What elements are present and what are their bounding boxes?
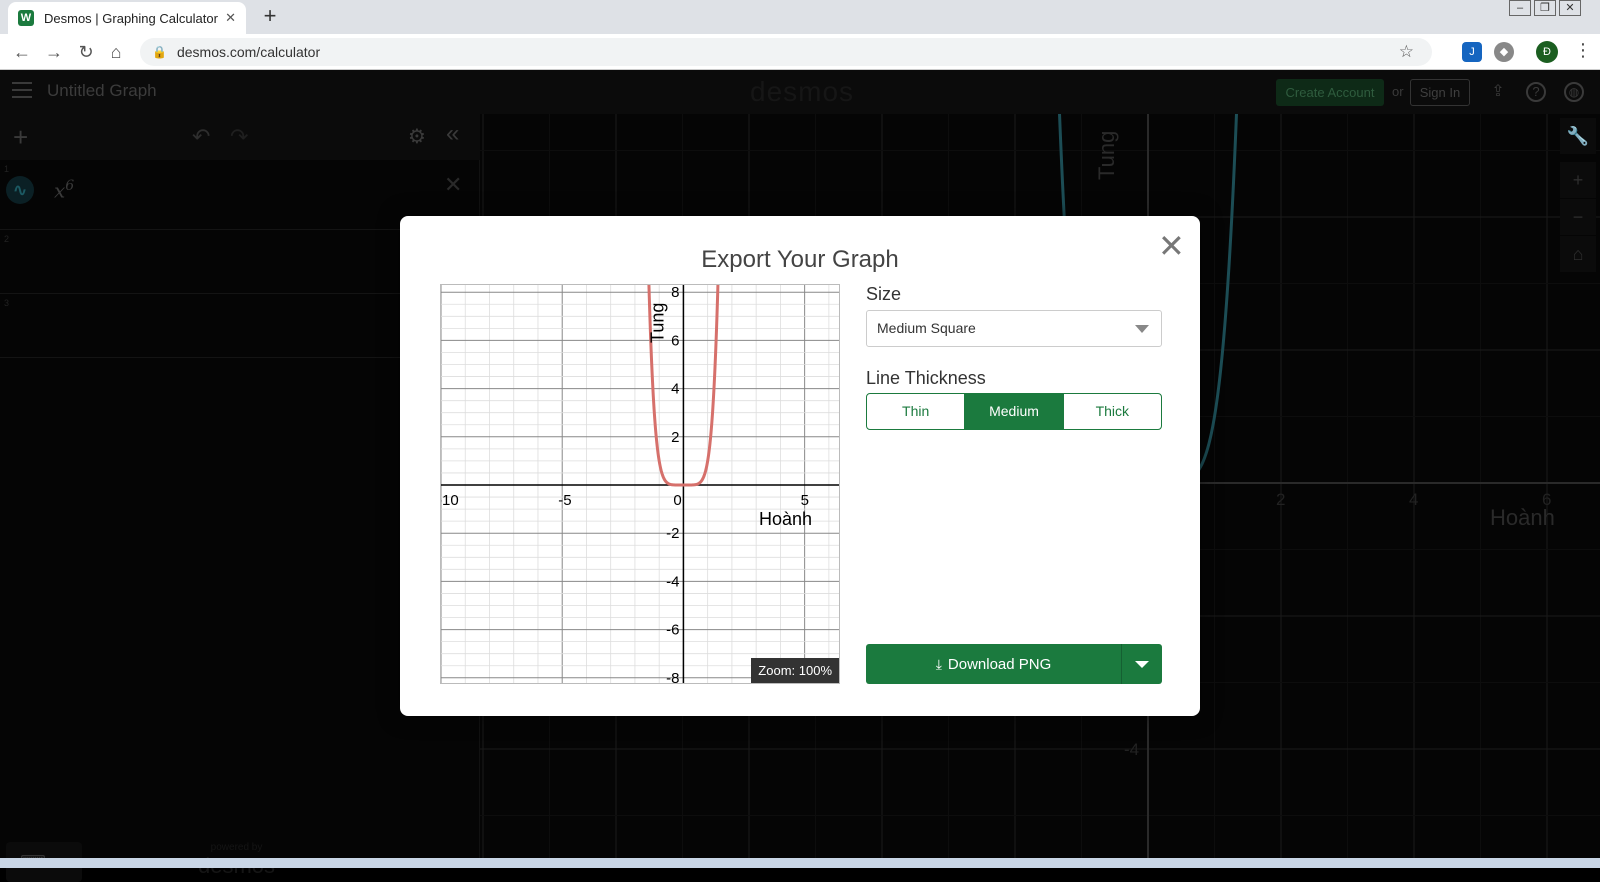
preview-chart: -10 -5 0 5 8 6 4 2 -2 -4 -6 -8 Hoành Tung	[441, 285, 839, 684]
sign-in-button[interactable]: Sign In	[1410, 79, 1470, 106]
minimize-icon[interactable]: –	[1509, 0, 1531, 16]
chevron-down-icon	[1135, 325, 1149, 333]
globe-icon[interactable]: ◍	[1564, 82, 1584, 102]
preview-x-tick-label: -10	[441, 492, 459, 509]
collapse-panel-icon[interactable]: «	[446, 120, 459, 148]
preview-x-tick-label: -5	[558, 492, 571, 509]
graph-tools: 🔧 + − ⌂	[1560, 118, 1596, 273]
url-text: desmos.com/calculator	[176, 44, 321, 60]
zoom-in-icon[interactable]: +	[1560, 162, 1596, 198]
bg-x-tick-label: 2	[1276, 490, 1285, 509]
export-graph-dialog: Export Your Graph ✕ -10 -5 0 5 8 6 4 2 -2 -4 -6 -8 …	[400, 216, 1200, 716]
download-icon: ⤓	[935, 656, 942, 672]
preview-y-tick-label: -2	[666, 525, 679, 542]
bg-y-axis-label: Tung	[1094, 131, 1119, 180]
preview-y-tick-label: 2	[671, 429, 679, 446]
preview-y-tick-label: -4	[666, 573, 679, 590]
address-bar[interactable]: 🔒 desmos.com/calculator ☆	[140, 38, 1432, 66]
preview-y-tick-label: 6	[671, 332, 679, 349]
expression-toolbar: + ↶ ↷ ⚙ «	[0, 114, 480, 160]
thickness-thick-button[interactable]: Thick	[1064, 394, 1161, 429]
gear-icon[interactable]: ⚙	[408, 124, 426, 149]
bookmark-star-icon[interactable]: ☆	[1399, 42, 1414, 62]
expression-index: 3	[4, 298, 10, 308]
caret-down-icon	[1135, 661, 1149, 668]
undo-icon[interactable]: ↶	[192, 124, 210, 150]
home-view-icon[interactable]: ⌂	[1560, 236, 1596, 272]
reload-icon[interactable]: ↻	[74, 40, 98, 64]
app-header: Untitled Graph desmos Create Account or …	[0, 70, 1600, 114]
hamburger-menu-icon[interactable]	[12, 82, 32, 100]
profile-avatar[interactable]: Đ	[1536, 41, 1558, 63]
size-select[interactable]: Medium Square	[866, 310, 1162, 347]
wrench-icon[interactable]: 🔧	[1560, 118, 1596, 154]
tab-close-icon[interactable]: ✕	[225, 10, 236, 26]
expression-text[interactable]: x6	[54, 178, 74, 203]
size-select-value: Medium Square	[877, 320, 976, 336]
thickness-medium-button[interactable]: Medium	[965, 394, 1064, 429]
preview-x-tick-label: 5	[801, 492, 809, 509]
expression-index: 2	[4, 234, 10, 244]
extension-icon[interactable]: J	[1462, 42, 1482, 62]
browser-toolbar: ← → ↻ ⌂ 🔒 desmos.com/calculator ☆ J ◆ Đ …	[0, 34, 1600, 70]
browser-tab-bar: W Desmos | Graphing Calculator ✕ + – ❐ ✕	[0, 0, 1600, 34]
redo-icon[interactable]: ↷	[230, 124, 248, 150]
download-png-button[interactable]: ⤓ Download PNG	[866, 644, 1122, 684]
or-text: or	[1392, 84, 1404, 99]
preview-x-axis-label: Hoành	[759, 509, 812, 529]
preview-y-tick-label: 8	[671, 285, 679, 301]
home-icon[interactable]: ⌂	[104, 40, 128, 64]
preview-y-tick-label: -8	[666, 670, 679, 684]
graph-title[interactable]: Untitled Graph	[47, 81, 157, 101]
expression-index: 1	[4, 164, 10, 174]
browser-tab[interactable]: W Desmos | Graphing Calculator ✕	[8, 2, 246, 34]
bg-x-tick-label: 4	[1409, 490, 1418, 509]
close-dialog-icon[interactable]: ✕	[1158, 230, 1185, 262]
help-icon[interactable]: ?	[1526, 82, 1546, 102]
graph-color-icon[interactable]: ∿	[6, 176, 34, 204]
window-close-icon[interactable]: ✕	[1559, 0, 1581, 16]
tab-title: Desmos | Graphing Calculator	[44, 10, 218, 26]
add-expression-icon[interactable]: +	[13, 122, 28, 153]
share-icon[interactable]: ⇪	[1488, 82, 1508, 102]
create-account-button[interactable]: Create Account	[1276, 79, 1384, 106]
thickness-thin-button[interactable]: Thin	[867, 394, 966, 429]
preview-y-axis-label: Tung	[647, 303, 667, 343]
line-thickness-label: Line Thickness	[866, 368, 986, 388]
export-preview: -10 -5 0 5 8 6 4 2 -2 -4 -6 -8 Hoành Tung Zoom: 100…	[440, 284, 840, 684]
preview-y-tick-label: 4	[671, 381, 679, 398]
dialog-title: Export Your Graph	[701, 246, 899, 273]
download-options-dropdown[interactable]	[1122, 644, 1162, 684]
back-icon[interactable]: ←	[10, 40, 34, 64]
bg-x-axis-label: Hoành	[1490, 505, 1555, 530]
os-taskbar	[0, 858, 1600, 868]
restore-icon[interactable]: ❐	[1534, 0, 1556, 16]
download-png-button-group: ⤓ Download PNG	[866, 644, 1162, 684]
bg-y-tick-label: -4	[1124, 740, 1139, 759]
new-tab-icon[interactable]: +	[258, 4, 282, 28]
delete-expression-icon[interactable]: ✕	[444, 172, 462, 198]
preview-x-tick-label: 0	[673, 492, 681, 509]
shield-extension-icon[interactable]: ◆	[1494, 42, 1514, 62]
lock-icon: 🔒	[152, 45, 167, 59]
size-label: Size	[866, 284, 902, 304]
preview-y-tick-label: -6	[666, 622, 679, 639]
line-thickness-segmented-control: Thin Medium Thick	[866, 393, 1162, 430]
zoom-out-icon[interactable]: −	[1560, 199, 1596, 235]
window-controls: – ❐ ✕	[1506, 0, 1581, 18]
zoom-badge: Zoom: 100%	[751, 658, 839, 683]
forward-icon[interactable]: →	[42, 40, 66, 64]
desmos-favicon-icon: W	[18, 10, 34, 26]
desmos-logo: desmos	[750, 76, 855, 107]
browser-menu-icon[interactable]: ⋮	[1574, 40, 1592, 61]
